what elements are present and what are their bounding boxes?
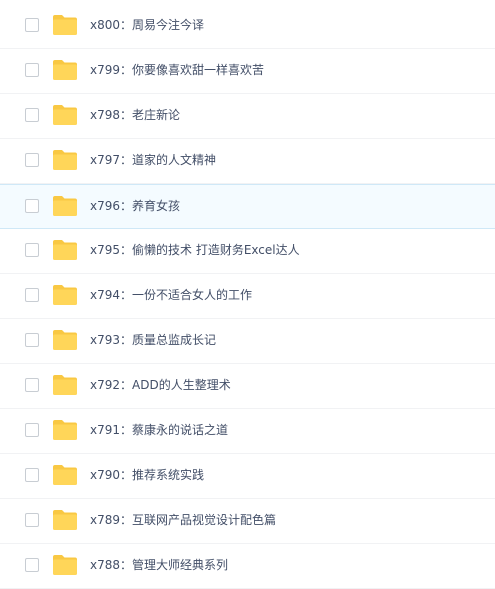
file-name[interactable]: x798：老庄新论 — [90, 94, 180, 137]
row-checkbox[interactable] — [25, 333, 39, 347]
row-checkbox[interactable] — [25, 288, 39, 302]
folder-icon — [52, 509, 78, 531]
folder-icon — [52, 329, 78, 351]
file-row[interactable]: x791：蔡康永的说话之道 — [0, 409, 495, 454]
file-list: x800：周易今注今译 x799：你要像喜欢甜一样喜欢苦 x798：老庄新论 x… — [0, 4, 495, 589]
file-row[interactable]: x800：周易今注今译 — [0, 4, 495, 49]
file-name[interactable]: x793：质量总监成长记 — [90, 319, 216, 362]
folder-icon — [52, 59, 78, 81]
folder-icon — [52, 284, 78, 306]
file-name[interactable]: x800：周易今注今译 — [90, 4, 204, 47]
file-row[interactable]: x792：ADD的人生整理术 — [0, 364, 495, 409]
file-name[interactable]: x788：管理大师经典系列 — [90, 544, 228, 587]
file-row[interactable]: x797：道家的人文精神 — [0, 139, 495, 184]
file-row[interactable]: x794：一份不适合女人的工作 — [0, 274, 495, 319]
file-name[interactable]: x794：一份不适合女人的工作 — [90, 274, 252, 317]
row-checkbox[interactable] — [25, 558, 39, 572]
file-row-hovered[interactable]: x796：养育女孩 — [0, 184, 495, 229]
folder-icon — [52, 195, 78, 217]
row-checkbox[interactable] — [25, 243, 39, 257]
file-row[interactable]: x795：偷懒的技术 打造财务Excel达人 — [0, 229, 495, 274]
folder-icon — [52, 374, 78, 396]
row-checkbox[interactable] — [25, 513, 39, 527]
folder-icon — [52, 464, 78, 486]
file-row[interactable]: x790：推荐系统实践 — [0, 454, 495, 499]
file-name[interactable]: x797：道家的人文精神 — [90, 139, 216, 182]
file-name[interactable]: x796：养育女孩 — [90, 185, 180, 228]
row-checkbox[interactable] — [25, 378, 39, 392]
row-checkbox[interactable] — [25, 153, 39, 167]
row-checkbox[interactable] — [25, 18, 39, 32]
folder-icon — [52, 419, 78, 441]
folder-icon — [52, 554, 78, 576]
file-row[interactable]: x789：互联网产品视觉设计配色篇 — [0, 499, 495, 544]
folder-icon — [52, 239, 78, 261]
row-checkbox[interactable] — [25, 423, 39, 437]
file-row[interactable]: x798：老庄新论 — [0, 94, 495, 139]
row-checkbox[interactable] — [25, 63, 39, 77]
row-checkbox[interactable] — [25, 468, 39, 482]
file-name[interactable]: x789：互联网产品视觉设计配色篇 — [90, 499, 276, 542]
file-row[interactable]: x799：你要像喜欢甜一样喜欢苦 — [0, 49, 495, 94]
folder-icon — [52, 104, 78, 126]
row-checkbox[interactable] — [25, 108, 39, 122]
folder-icon — [52, 14, 78, 36]
file-name[interactable]: x791：蔡康永的说话之道 — [90, 409, 228, 452]
row-checkbox[interactable] — [25, 199, 39, 213]
file-name[interactable]: x795：偷懒的技术 打造财务Excel达人 — [90, 229, 300, 272]
file-name[interactable]: x790：推荐系统实践 — [90, 454, 204, 497]
file-row[interactable]: x793：质量总监成长记 — [0, 319, 495, 364]
file-name[interactable]: x792：ADD的人生整理术 — [90, 364, 231, 407]
folder-icon — [52, 149, 78, 171]
file-row[interactable]: x788：管理大师经典系列 — [0, 544, 495, 589]
file-name[interactable]: x799：你要像喜欢甜一样喜欢苦 — [90, 49, 264, 92]
